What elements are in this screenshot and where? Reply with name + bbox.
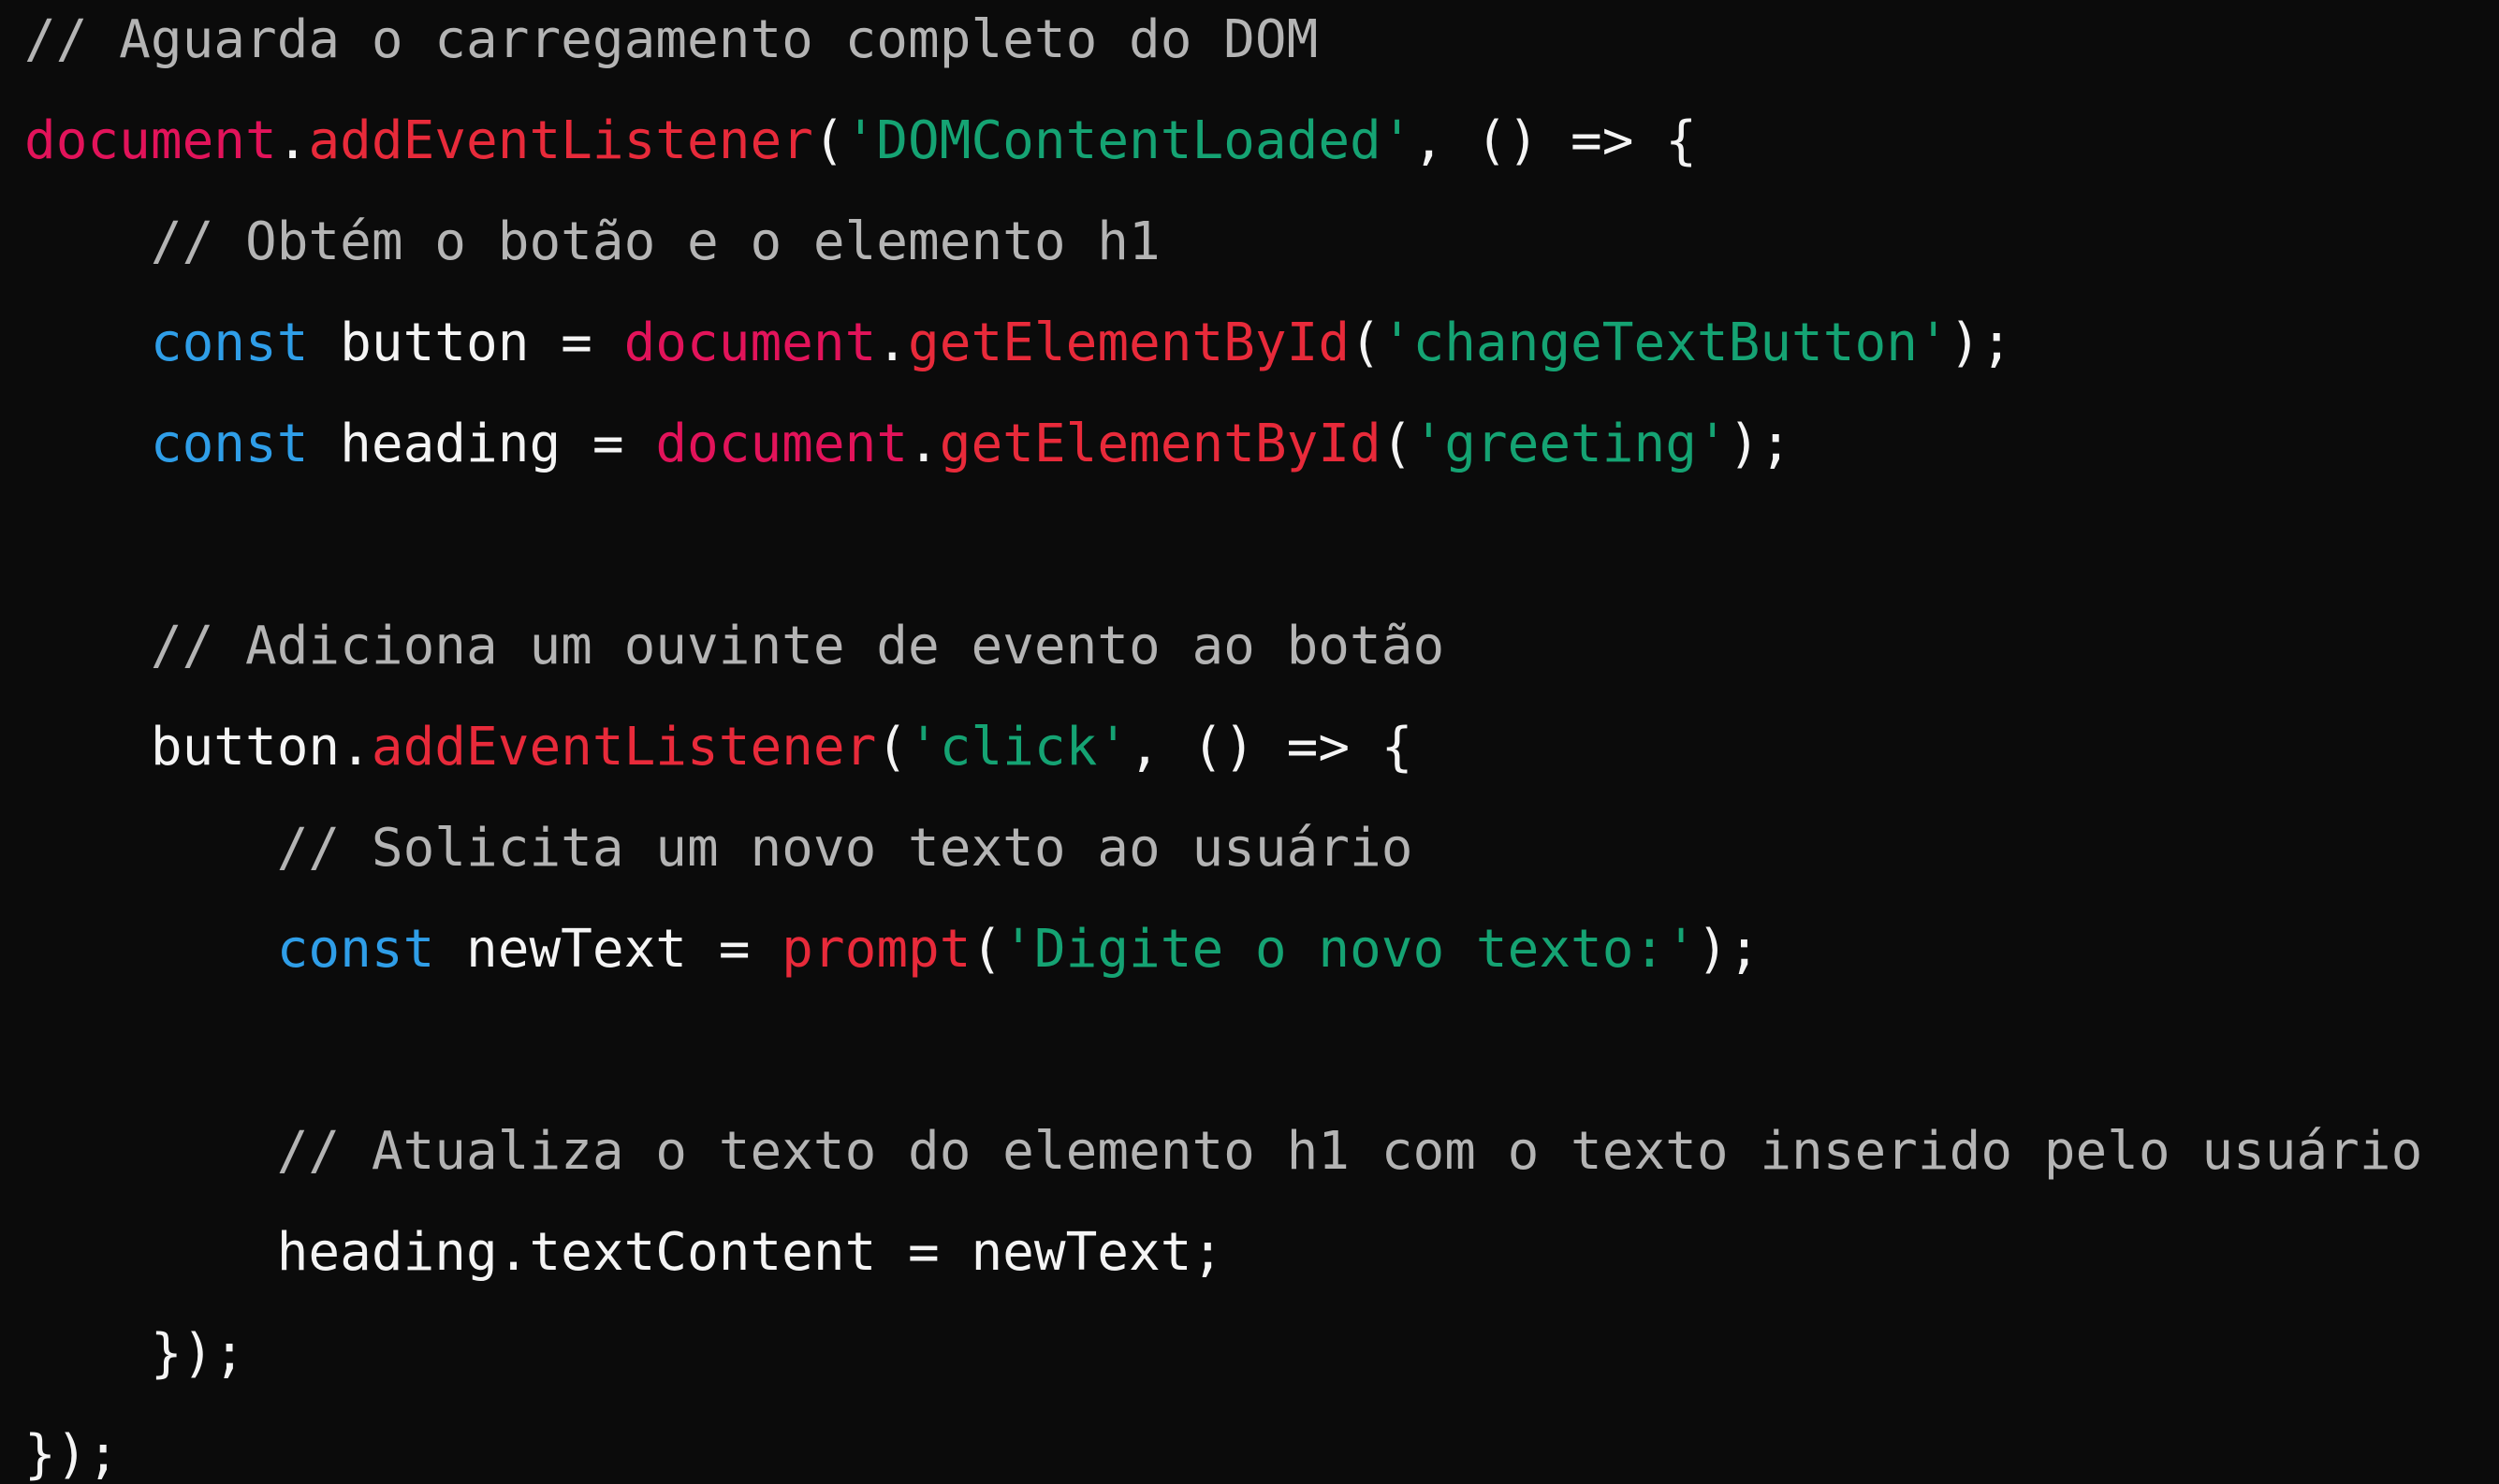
punctuation-token: ( bbox=[971, 919, 1003, 980]
comment-token: // Atualiza o texto do elemento h1 com o… bbox=[24, 1121, 2423, 1182]
keyword-token: const bbox=[276, 919, 435, 980]
keyword-token: const bbox=[150, 414, 309, 474]
method-token: addEventListener bbox=[308, 110, 813, 171]
comment-token: // Obtém o botão e o elemento h1 bbox=[24, 211, 1161, 272]
object-token: document bbox=[655, 414, 909, 474]
punctuation-token: ( bbox=[876, 717, 909, 778]
identifier-token: newText = bbox=[434, 919, 782, 980]
identifier-token: button = bbox=[308, 313, 624, 373]
punctuation-token: ( bbox=[1350, 313, 1381, 373]
method-token: prompt bbox=[782, 919, 972, 980]
comment-token: // Aguarda o carregamento completo do DO… bbox=[24, 9, 1319, 70]
punctuation-token: ); bbox=[1949, 313, 2013, 373]
punctuation-token: . bbox=[876, 313, 909, 373]
code-line: // Aguarda o carregamento completo do DO… bbox=[24, 0, 1318, 91]
code-line: // Adiciona um ouvinte de evento ao botã… bbox=[24, 596, 1444, 697]
object-token: document bbox=[24, 110, 277, 171]
identifier-token bbox=[24, 313, 151, 373]
string-token: 'greeting' bbox=[1412, 414, 1729, 474]
code-line: const button = document.getElementById('… bbox=[24, 293, 2012, 394]
string-token: 'changeTextButton' bbox=[1381, 313, 1950, 373]
identifier-token: heading.textContent = newText; bbox=[24, 1222, 1224, 1283]
method-token: getElementById bbox=[939, 414, 1381, 474]
identifier-token bbox=[24, 919, 277, 980]
string-token: 'Digite o novo texto:' bbox=[1002, 919, 1697, 980]
punctuation-token: . bbox=[276, 110, 309, 171]
code-line: }); bbox=[24, 1303, 245, 1404]
object-token: document bbox=[623, 313, 877, 373]
code-line: const heading = document.getElementById(… bbox=[24, 394, 1791, 495]
code-line: }); bbox=[24, 1404, 119, 1484]
code-line: // Solicita um novo texto ao usuário bbox=[24, 798, 1413, 899]
code-line: // Obtém o botão e o elemento h1 bbox=[24, 192, 1161, 293]
punctuation-token: , () => { bbox=[1129, 717, 1413, 778]
string-token: 'click' bbox=[908, 717, 1130, 778]
punctuation-token: ); bbox=[1728, 414, 1792, 474]
punctuation-token: . bbox=[908, 414, 940, 474]
punctuation-token: }); bbox=[24, 1323, 246, 1384]
code-line: document.addEventListener('DOMContentLoa… bbox=[24, 91, 1697, 192]
code-line: const newText = prompt('Digite o novo te… bbox=[24, 899, 1761, 1000]
keyword-token: const bbox=[150, 313, 309, 373]
punctuation-token: ); bbox=[1696, 919, 1761, 980]
method-token: getElementById bbox=[908, 313, 1351, 373]
code-line: heading.textContent = newText; bbox=[24, 1202, 1223, 1303]
punctuation-token: , () => { bbox=[1412, 110, 1697, 171]
punctuation-token: ( bbox=[812, 110, 845, 171]
identifier-token: button. bbox=[24, 717, 372, 778]
string-token: 'DOMContentLoaded' bbox=[844, 110, 1413, 171]
identifier-token: heading = bbox=[308, 414, 656, 474]
identifier-token bbox=[24, 414, 151, 474]
comment-token: // Adiciona um ouvinte de evento ao botã… bbox=[24, 616, 1445, 677]
code-line: button.addEventListener('click', () => { bbox=[24, 697, 1413, 798]
comment-token: // Solicita um novo texto ao usuário bbox=[24, 818, 1413, 879]
code-line: // Atualiza o texto do elemento h1 com o… bbox=[24, 1101, 2423, 1202]
punctuation-token: ( bbox=[1381, 414, 1413, 474]
code-editor: // Aguarda o carregamento completo do DO… bbox=[0, 0, 2499, 1484]
method-token: addEventListener bbox=[371, 717, 877, 778]
punctuation-token: }); bbox=[24, 1424, 120, 1484]
